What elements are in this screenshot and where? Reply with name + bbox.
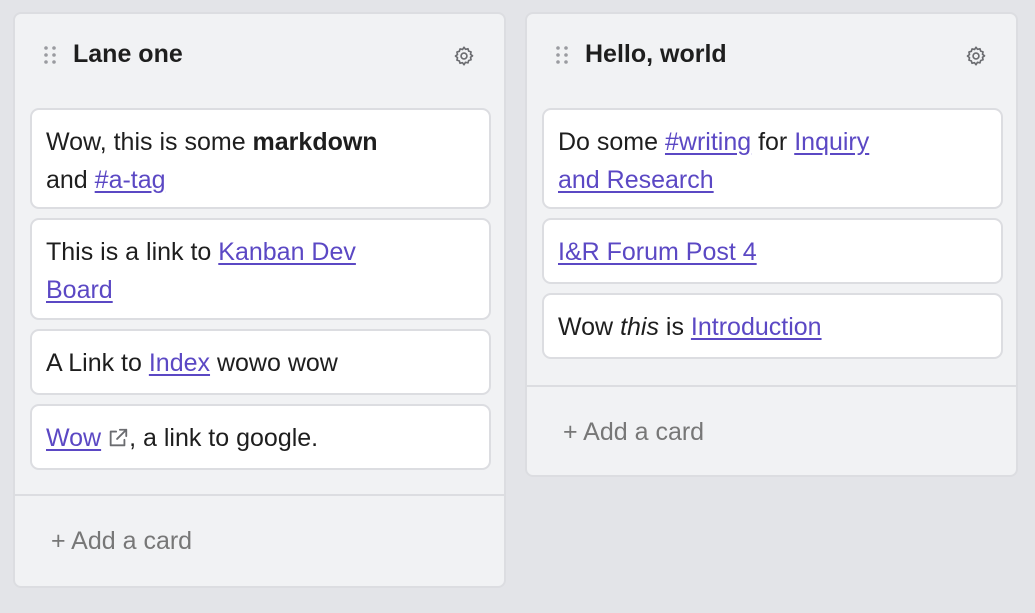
drag-handle-icon[interactable] — [43, 45, 57, 65]
card-text: Do some — [558, 128, 665, 156]
card-text: Wow, this is some — [46, 128, 253, 156]
card-text: A Link to — [46, 349, 149, 377]
external-link-icon — [109, 428, 128, 447]
lane-title[interactable]: Lane one — [73, 38, 183, 70]
link-inquiry-and-research[interactable]: Inquiry — [794, 128, 869, 156]
card-list: Do some #writing for Inquiry and Researc… — [542, 108, 1003, 368]
card-introduction[interactable]: Wow this is Introduction — [542, 293, 1003, 359]
lane-title[interactable]: Hello, world — [585, 38, 727, 70]
link-inquiry-and-research-cont[interactable]: and Research — [558, 166, 714, 194]
card-text: and — [46, 166, 95, 194]
link-forum-post[interactable]: I&R Forum Post 4 — [558, 238, 757, 266]
card-text: wowo wow — [210, 349, 338, 377]
gear-icon[interactable] — [453, 45, 475, 67]
card-text: is — [658, 313, 691, 341]
add-card-button[interactable]: + Add a card — [563, 415, 704, 449]
link-index[interactable]: Index — [149, 349, 210, 377]
tag-link-a-tag[interactable]: #a-tag — [95, 166, 166, 194]
lane-header: Hello, world — [527, 14, 1016, 94]
lane-footer: + Add a card — [527, 385, 1016, 475]
lane-hello-world: Hello, world Do some #writing for Inquir… — [525, 12, 1018, 477]
gear-icon[interactable] — [965, 45, 987, 67]
lane-header: Lane one — [15, 14, 504, 94]
card-writing[interactable]: Do some #writing for Inquiry and Researc… — [542, 108, 1003, 209]
card-text: , a link to google. — [129, 424, 319, 452]
card-forum-post[interactable]: I&R Forum Post 4 — [542, 218, 1003, 284]
lane-one: Lane one Wow, this is some markdown and … — [13, 12, 506, 588]
add-card-button[interactable]: + Add a card — [51, 524, 192, 558]
link-kanban-dev-board-cont[interactable]: Board — [46, 276, 113, 304]
link-wow-external[interactable]: Wow — [46, 424, 101, 452]
card-kanban-link[interactable]: This is a link to Kanban Dev Board — [30, 218, 491, 320]
card-text: Wow — [558, 313, 621, 341]
card-markdown[interactable]: Wow, this is some markdown and #a-tag — [30, 108, 491, 209]
card-list: Wow, this is some markdown and #a-tag Th… — [30, 108, 491, 479]
card-index-link[interactable]: A Link to Index wowo wow — [30, 329, 491, 395]
link-introduction[interactable]: Introduction — [691, 313, 822, 341]
card-text: This is a link to — [46, 238, 219, 266]
card-italic-text: this — [620, 313, 659, 341]
link-kanban-dev-board[interactable]: Kanban Dev — [218, 238, 356, 266]
tag-link-writing[interactable]: #writing — [665, 128, 751, 156]
lane-footer: + Add a card — [15, 494, 504, 586]
card-bold-text: markdown — [252, 128, 378, 156]
drag-handle-icon[interactable] — [555, 45, 569, 65]
card-google-link[interactable]: Wow , a link to google. — [30, 404, 491, 470]
card-text: for — [751, 128, 795, 156]
